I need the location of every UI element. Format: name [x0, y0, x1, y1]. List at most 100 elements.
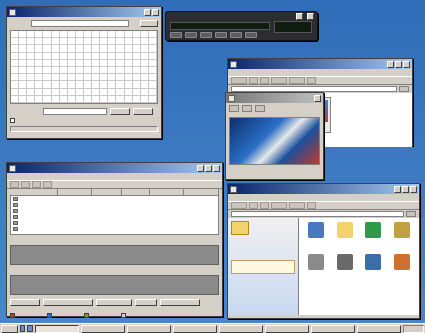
character-cell[interactable] [19, 88, 28, 96]
character-cell[interactable] [148, 81, 157, 89]
character-cell[interactable] [51, 52, 60, 60]
character-cell[interactable] [92, 31, 101, 39]
character-cell[interactable] [19, 52, 28, 60]
character-cell[interactable] [116, 38, 125, 46]
menu-item[interactable] [285, 195, 301, 199]
browser-icon[interactable] [27, 325, 33, 332]
character-cell[interactable] [27, 81, 36, 89]
character-cell[interactable] [108, 38, 117, 46]
folder-address-input[interactable] [231, 211, 404, 217]
character-cell[interactable] [51, 66, 60, 75]
character-cell[interactable] [116, 74, 125, 82]
column-header[interactable] [92, 189, 122, 196]
character-cell[interactable] [11, 66, 20, 75]
character-cell[interactable] [124, 66, 133, 75]
character-cell[interactable] [100, 38, 109, 46]
character-cell[interactable] [108, 81, 117, 89]
character-cell[interactable] [92, 59, 101, 67]
character-cell[interactable] [11, 38, 20, 46]
maximize-icon[interactable] [395, 60, 402, 68]
character-cell[interactable] [108, 88, 117, 96]
character-cell[interactable] [124, 95, 133, 103]
character-cell[interactable] [83, 95, 93, 103]
character-cell[interactable] [140, 59, 149, 67]
character-cell[interactable] [124, 31, 133, 39]
character-cell[interactable] [67, 81, 76, 89]
character-cell[interactable] [59, 95, 68, 103]
taskbar-button[interactable] [264, 324, 309, 333]
character-cell[interactable] [67, 59, 76, 67]
character-cell[interactable] [108, 74, 117, 82]
character-cell[interactable] [124, 52, 133, 60]
character-cell[interactable] [19, 95, 28, 103]
character-cell[interactable] [11, 59, 20, 67]
character-cell[interactable] [59, 59, 68, 67]
font-select[interactable] [31, 20, 129, 27]
menu-item[interactable] [267, 195, 283, 199]
character-cell[interactable] [51, 59, 60, 67]
character-cell[interactable] [51, 45, 60, 53]
charmap-titlebar[interactable] [7, 7, 161, 17]
character-cell[interactable] [116, 59, 125, 67]
character-cell[interactable] [27, 74, 36, 82]
menu-item[interactable] [285, 70, 301, 74]
character-cell[interactable] [59, 66, 68, 75]
character-cell[interactable] [108, 95, 117, 103]
next-icon[interactable] [230, 32, 242, 38]
player-titlebar[interactable] [166, 12, 317, 21]
character-cell[interactable] [67, 45, 76, 53]
folders-icon[interactable] [289, 77, 305, 84]
character-cell[interactable] [116, 45, 125, 53]
close-icon[interactable] [314, 94, 321, 102]
character-cell[interactable] [148, 74, 157, 82]
character-cell[interactable] [83, 74, 93, 82]
character-cell[interactable] [43, 95, 52, 103]
character-cell[interactable] [35, 66, 44, 75]
character-cell[interactable] [59, 88, 68, 96]
character-cell[interactable] [83, 38, 93, 46]
character-cell[interactable] [148, 95, 157, 103]
disk-graphical-view[interactable] [10, 275, 219, 295]
character-cell[interactable] [11, 52, 20, 60]
character-cell[interactable] [43, 66, 52, 75]
character-cell[interactable] [92, 52, 101, 60]
character-cell[interactable] [132, 31, 141, 39]
character-cell[interactable] [83, 45, 93, 53]
character-cell[interactable] [124, 74, 133, 82]
up-folder-icon[interactable] [260, 77, 269, 84]
character-cell[interactable] [35, 31, 44, 39]
character-cell[interactable] [92, 74, 101, 82]
menu-item[interactable] [321, 70, 337, 74]
character-cell[interactable] [35, 74, 44, 82]
maximize-icon[interactable] [205, 164, 212, 172]
character-cell[interactable] [92, 95, 101, 103]
start-button[interactable] [1, 324, 19, 333]
character-cell[interactable] [124, 81, 133, 89]
character-cell[interactable] [92, 81, 101, 89]
menu-item[interactable] [10, 174, 26, 178]
character-cell[interactable] [43, 59, 52, 67]
character-cell[interactable] [19, 38, 28, 46]
minimize-icon[interactable] [387, 60, 394, 68]
character-cell[interactable] [100, 95, 109, 103]
character-cell[interactable] [132, 81, 141, 89]
views-icon[interactable] [307, 202, 316, 209]
character-cell[interactable] [116, 81, 125, 89]
character-cell[interactable] [83, 66, 93, 75]
close-icon[interactable] [213, 164, 220, 172]
character-cell[interactable] [35, 45, 44, 53]
menu-item[interactable] [321, 195, 337, 199]
character-cell[interactable] [148, 45, 157, 53]
character-cell[interactable] [75, 38, 84, 46]
character-cell[interactable] [140, 95, 149, 103]
character-cell[interactable] [67, 74, 76, 82]
charmap-help-button[interactable] [140, 20, 158, 27]
character-cell[interactable] [83, 31, 93, 39]
search-icon[interactable] [271, 77, 287, 84]
column-header[interactable] [150, 189, 184, 196]
character-cell[interactable] [27, 59, 36, 67]
character-cell[interactable] [108, 52, 117, 60]
character-cell[interactable] [51, 38, 60, 46]
disk-action-button[interactable] [10, 299, 40, 306]
rotate-icon[interactable] [255, 105, 265, 112]
